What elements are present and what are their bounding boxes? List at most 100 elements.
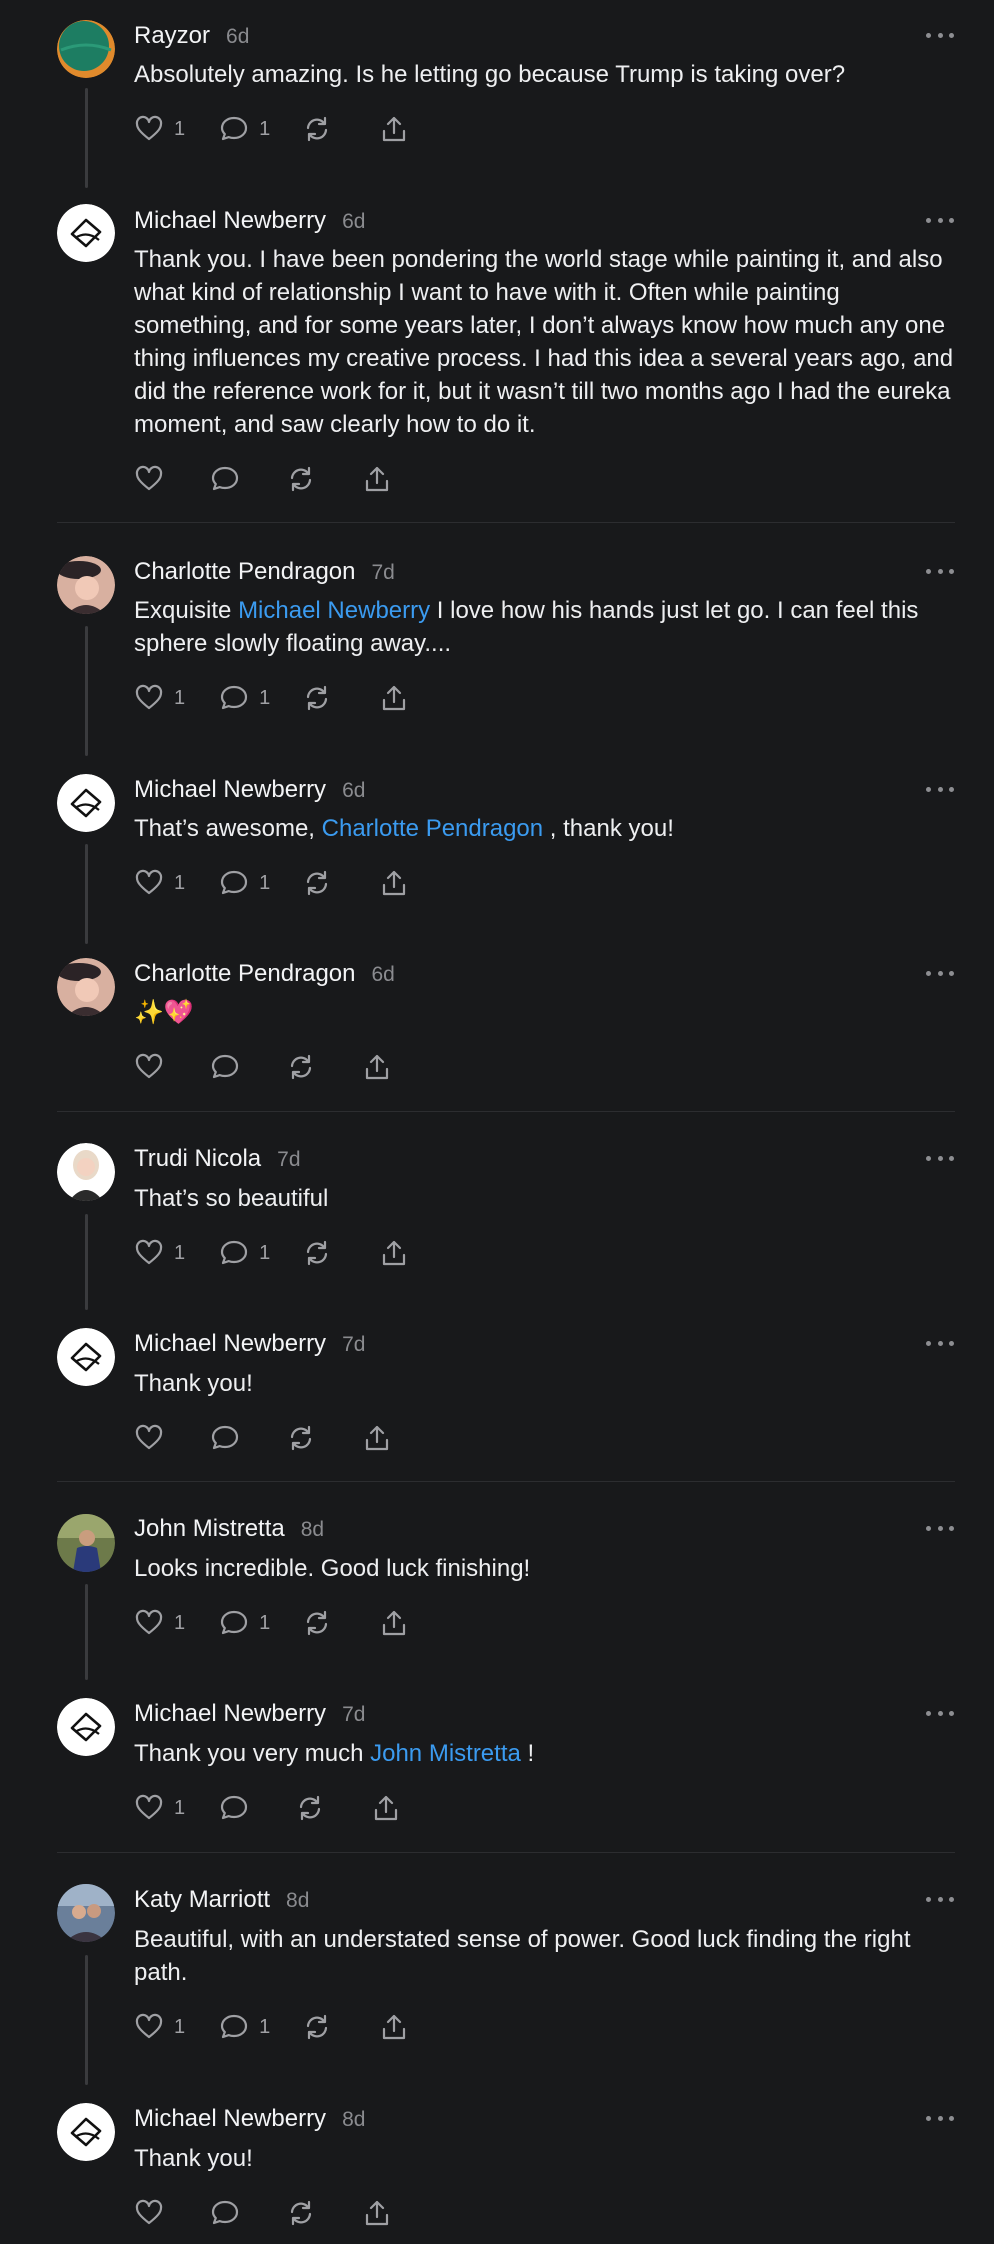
post-text: That’s so beautiful [134, 1185, 329, 1212]
reply-button[interactable]: 1 [219, 1608, 270, 1638]
more-icon[interactable] [926, 566, 954, 576]
like-button[interactable]: 1 [134, 1238, 185, 1268]
like-button[interactable]: 1 [134, 1793, 185, 1823]
share-icon [365, 466, 389, 492]
more-icon[interactable] [926, 30, 954, 40]
like-button[interactable]: 1 [134, 1608, 185, 1638]
like-button[interactable] [134, 2198, 164, 2228]
repost-icon [307, 870, 328, 896]
share-button[interactable] [379, 2012, 409, 2042]
share-icon [365, 1054, 389, 1080]
reply-button[interactable]: 1 [219, 1238, 270, 1268]
repost-button[interactable] [286, 464, 316, 494]
post-time: 7d [277, 1148, 301, 1171]
reply-button[interactable] [210, 464, 240, 494]
reply-count: 1 [259, 1611, 271, 1634]
author-name[interactable]: John Mistretta [134, 1515, 285, 1543]
post-text: Thank you! [134, 2145, 253, 2172]
heart-icon [135, 2013, 163, 2039]
repost-icon [307, 685, 328, 711]
heart-icon [135, 1053, 163, 1079]
repost-button[interactable] [302, 1238, 332, 1268]
reply-button[interactable]: 1 [219, 2012, 270, 2042]
share-button[interactable] [362, 1052, 392, 1082]
post-text: Thank you. I have been pondering the wor… [134, 246, 954, 438]
avatar[interactable] [57, 204, 115, 262]
share-button[interactable] [362, 464, 392, 494]
repost-button[interactable] [302, 2012, 332, 2042]
heart-icon [135, 1424, 163, 1450]
author-name[interactable]: Charlotte Pendragon [134, 960, 355, 988]
share-icon [375, 1795, 398, 1821]
author-name[interactable]: Michael Newberry [134, 207, 326, 235]
share-icon [365, 1425, 389, 1451]
author-name[interactable]: Rayzor [134, 22, 210, 50]
reply-button[interactable] [210, 2198, 240, 2228]
avatar[interactable] [57, 20, 115, 78]
reply-button[interactable]: 1 [219, 683, 270, 713]
mention-link[interactable]: Michael Newberry [238, 597, 430, 624]
like-button[interactable] [134, 1423, 164, 1453]
like-button[interactable] [134, 464, 164, 494]
mention-link[interactable]: Charlotte Pendragon [322, 815, 543, 842]
more-icon[interactable] [926, 2113, 954, 2123]
more-icon[interactable] [926, 784, 954, 794]
avatar[interactable] [57, 1698, 115, 1756]
reply-button[interactable] [219, 1793, 249, 1823]
share-button[interactable] [362, 1423, 392, 1453]
like-button[interactable] [134, 1052, 164, 1082]
avatar[interactable] [57, 2103, 115, 2161]
more-icon[interactable] [926, 1153, 954, 1163]
avatar[interactable] [57, 556, 115, 614]
repost-button[interactable] [302, 868, 332, 898]
reply-button[interactable]: 1 [219, 114, 270, 144]
avatar[interactable] [57, 1328, 115, 1386]
post-text: ✨💖 [134, 999, 194, 1026]
repost-button[interactable] [302, 114, 332, 144]
author-name[interactable]: Charlotte Pendragon [134, 558, 355, 586]
share-button[interactable] [379, 868, 409, 898]
like-button[interactable]: 1 [134, 114, 185, 144]
repost-button[interactable] [286, 1423, 316, 1453]
avatar[interactable] [57, 774, 115, 832]
author-name[interactable]: Katy Marriott [134, 1886, 270, 1914]
avatar[interactable] [57, 1514, 115, 1572]
repost-button[interactable] [302, 1608, 332, 1638]
share-button[interactable] [379, 683, 409, 713]
heart-icon [135, 684, 163, 710]
reply-button[interactable] [210, 1052, 240, 1082]
author-name[interactable]: Michael Newberry [134, 2105, 326, 2133]
like-button[interactable]: 1 [134, 683, 185, 713]
share-button[interactable] [379, 1608, 409, 1638]
more-icon[interactable] [926, 968, 954, 978]
reply-button[interactable] [210, 1423, 240, 1453]
like-button[interactable]: 1 [134, 2012, 185, 2042]
avatar[interactable] [57, 1143, 115, 1201]
share-button[interactable] [379, 114, 409, 144]
repost-button[interactable] [286, 2198, 316, 2228]
avatar[interactable] [57, 1884, 115, 1942]
author-name[interactable]: Michael Newberry [134, 1700, 326, 1728]
post-time: 7d [342, 1703, 366, 1726]
like-button[interactable]: 1 [134, 868, 185, 898]
share-button[interactable] [371, 1793, 401, 1823]
share-button[interactable] [379, 1238, 409, 1268]
more-icon[interactable] [926, 1338, 954, 1348]
more-icon[interactable] [926, 1523, 954, 1533]
more-icon[interactable] [926, 215, 954, 225]
repost-button[interactable] [286, 1052, 316, 1082]
repost-button[interactable] [302, 683, 332, 713]
author-name[interactable]: Michael Newberry [134, 1330, 326, 1358]
post-text: Exquisite Michael Newberry I love how hi… [134, 597, 919, 657]
repost-button[interactable] [295, 1793, 325, 1823]
avatar-image [57, 1698, 115, 1756]
more-icon[interactable] [926, 1894, 954, 1904]
mention-link[interactable]: John Mistretta [370, 1740, 521, 1767]
reply-button[interactable]: 1 [219, 868, 270, 898]
share-button[interactable] [362, 2198, 392, 2228]
author-name[interactable]: Trudi Nicola [134, 1145, 261, 1173]
post-text: Thank you very much John Mistretta ! [134, 1740, 535, 1767]
author-name[interactable]: Michael Newberry [134, 776, 326, 804]
more-icon[interactable] [926, 1708, 954, 1718]
avatar[interactable] [57, 958, 115, 1016]
